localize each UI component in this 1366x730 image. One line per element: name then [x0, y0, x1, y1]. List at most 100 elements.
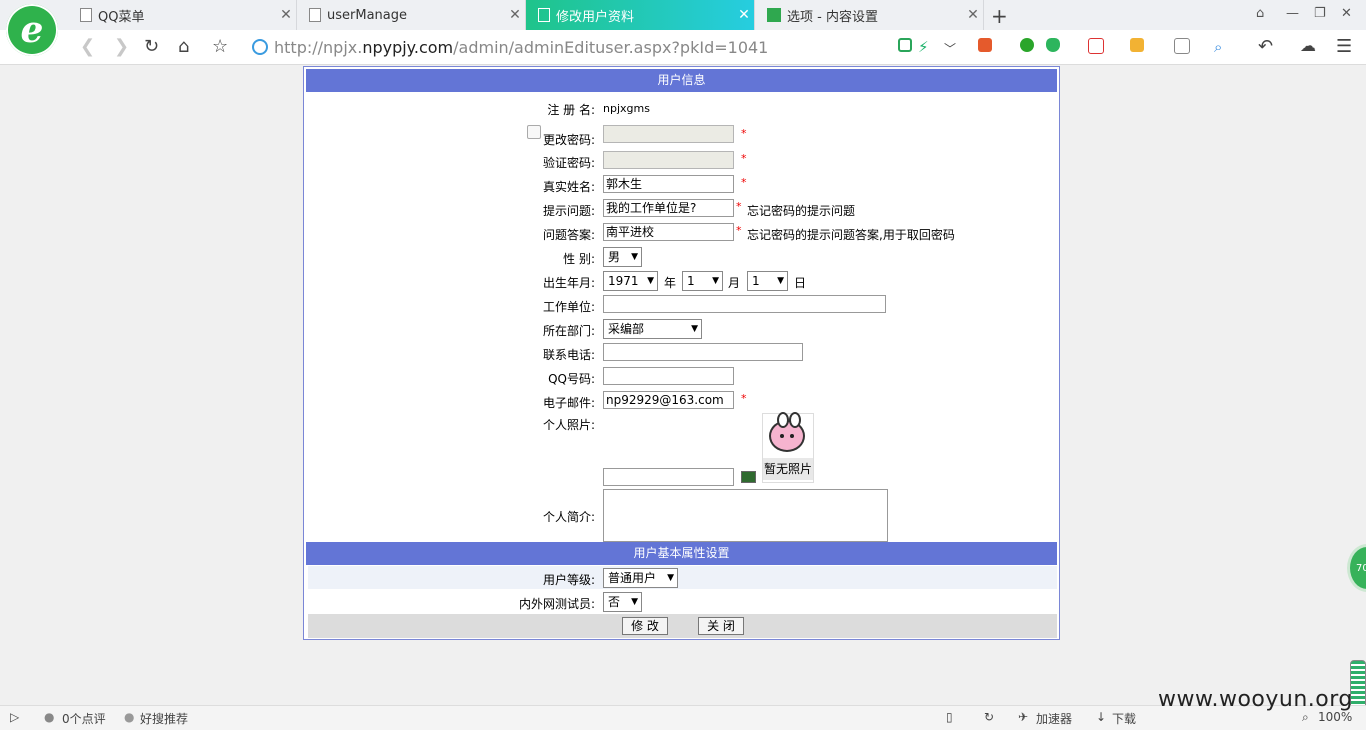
- download-icon: ↓: [1096, 710, 1107, 724]
- page-icon: [80, 8, 92, 22]
- birth-month-select[interactable]: 1: [682, 271, 723, 291]
- back-icon[interactable]: ❮: [80, 36, 95, 57]
- download-link[interactable]: 下载: [1112, 710, 1136, 727]
- change-password-checkbox[interactable]: [527, 125, 541, 139]
- month-unit: 月: [728, 276, 741, 290]
- wrench-icon: [767, 8, 781, 22]
- tab-edit-user[interactable]: 修改用户资料 ✕: [526, 0, 755, 30]
- close-icon[interactable]: ✕: [505, 7, 525, 23]
- refresh-icon[interactable]: ↻: [144, 36, 159, 57]
- browser-logo[interactable]: e: [6, 4, 58, 56]
- tab-label: 选项 - 内容设置: [787, 9, 878, 25]
- tab-label: userManage: [327, 7, 407, 23]
- close-icon[interactable]: ✕: [963, 7, 983, 23]
- zoom-icon: ⌕: [1302, 710, 1309, 724]
- page-icon: [538, 8, 550, 22]
- phone-label: 联系电话:: [542, 348, 595, 362]
- gamepad-icon[interactable]: [1174, 38, 1190, 54]
- upload-icon[interactable]: [741, 471, 756, 483]
- pdf-icon[interactable]: [1088, 38, 1104, 54]
- question-input[interactable]: 我的工作单位是?: [603, 199, 734, 217]
- photo-path-input[interactable]: [603, 468, 734, 486]
- tester-label: 内外网测试员:: [518, 597, 595, 611]
- undo-icon[interactable]: ↶: [1258, 36, 1273, 57]
- placeholder-avatar-icon: [769, 412, 805, 452]
- birth-day-select[interactable]: 1: [747, 271, 788, 291]
- confirm-password-input[interactable]: [603, 151, 734, 169]
- skin-icon[interactable]: ⌂: [1256, 6, 1264, 21]
- tab-qq-menu[interactable]: QQ菜单 ✕: [68, 0, 297, 30]
- accelerator-link[interactable]: 加速器: [1036, 710, 1072, 727]
- star-icon[interactable]: ☆: [212, 36, 228, 57]
- level-label: 用户等级:: [542, 573, 595, 587]
- gender-select[interactable]: 男: [603, 247, 642, 267]
- required-mark: *: [741, 152, 747, 165]
- birth-year-select[interactable]: 1971: [603, 271, 658, 291]
- frog-icon[interactable]: [1020, 38, 1034, 52]
- dept-label: 所在部门:: [542, 324, 595, 338]
- tab-options[interactable]: 选项 - 内容设置 ✕: [755, 0, 984, 30]
- answer-label: 问题答案:: [542, 228, 595, 242]
- dropdown-icon[interactable]: ﹀: [944, 40, 956, 57]
- comments-count[interactable]: 0个点评: [62, 710, 106, 727]
- accelerator-icon: ✈: [1018, 710, 1029, 724]
- qrcode-icon[interactable]: [898, 38, 912, 52]
- home-icon[interactable]: ⌂: [178, 36, 189, 57]
- mobile-icon[interactable]: ▯: [946, 710, 953, 724]
- realname-input[interactable]: 郭木生: [603, 175, 734, 193]
- required-mark: *: [736, 200, 742, 213]
- required-mark: *: [741, 392, 747, 405]
- photo-label: 个人照片:: [542, 418, 595, 432]
- recommend-link[interactable]: 好搜推荐: [140, 710, 188, 727]
- close-icon[interactable]: ✕: [276, 7, 296, 23]
- bio-textarea[interactable]: [603, 489, 888, 542]
- zoom-level[interactable]: 100%: [1318, 710, 1352, 724]
- coupon-icon[interactable]: [1130, 38, 1144, 52]
- url-domain: npypjy.com: [362, 37, 454, 57]
- lightning-icon[interactable]: ⚡: [918, 38, 929, 56]
- page-icon: [309, 8, 321, 22]
- search-icon[interactable]: ⌕: [1214, 38, 1222, 56]
- url-field[interactable]: http://npjx. npypjy.com/admin/adminEditus…: [246, 33, 886, 61]
- url-path: /admin/adminEdituser.aspx?pkId=1041: [453, 37, 769, 57]
- refresh-status-icon[interactable]: ↻: [984, 710, 994, 724]
- level-select[interactable]: 普通用户: [603, 568, 678, 588]
- photo-caption: 暂无照片: [763, 458, 813, 480]
- modify-button[interactable]: 修 改: [622, 617, 668, 635]
- globe-icon: [252, 39, 268, 55]
- shield-icon[interactable]: [1046, 38, 1060, 52]
- bio-label: 个人简介:: [542, 510, 595, 524]
- sidebar-toggle-icon[interactable]: ▷: [10, 710, 19, 724]
- menu-icon[interactable]: ☰: [1336, 36, 1352, 57]
- dept-select[interactable]: 采编部: [603, 319, 702, 339]
- close-button[interactable]: 关 闭: [698, 617, 744, 635]
- tab-usermanage[interactable]: userManage ✕: [297, 0, 526, 30]
- new-tab-icon[interactable]: +: [991, 4, 1008, 28]
- apps-icon[interactable]: [978, 38, 992, 52]
- comments-icon: ●: [44, 710, 55, 724]
- phone-input[interactable]: [603, 343, 803, 361]
- required-mark: *: [741, 127, 747, 140]
- close-icon[interactable]: ✕: [734, 7, 754, 23]
- year-unit: 年: [664, 276, 677, 290]
- email-input[interactable]: np92929@163.com: [603, 391, 734, 409]
- change-password-label: 更改密码:: [542, 133, 595, 147]
- qq-input[interactable]: [603, 367, 734, 385]
- work-input[interactable]: [603, 295, 886, 313]
- qq-label: QQ号码:: [548, 372, 595, 386]
- required-mark: *: [741, 176, 747, 189]
- tester-select[interactable]: 否: [603, 592, 642, 612]
- confirm-password-label: 验证密码:: [542, 156, 595, 170]
- level-row: [308, 566, 1057, 589]
- cloud-icon[interactable]: ☁: [1300, 36, 1316, 55]
- maximize-icon[interactable]: ❐: [1314, 6, 1326, 21]
- password-input[interactable]: [603, 125, 734, 143]
- birth-label: 出生年月:: [542, 276, 595, 290]
- forward-icon[interactable]: ❯: [114, 36, 129, 57]
- answer-input[interactable]: 南平进校: [603, 223, 734, 241]
- section-header-user-info: 用户信息: [306, 69, 1057, 92]
- close-window-icon[interactable]: ✕: [1341, 6, 1352, 21]
- username-label: 注 册 名:: [547, 103, 595, 117]
- user-edit-form: 用户信息 注 册 名: npjxgms 更改密码: * 验证密码: * 真实姓名…: [303, 66, 1060, 640]
- minimize-icon[interactable]: —: [1286, 6, 1299, 21]
